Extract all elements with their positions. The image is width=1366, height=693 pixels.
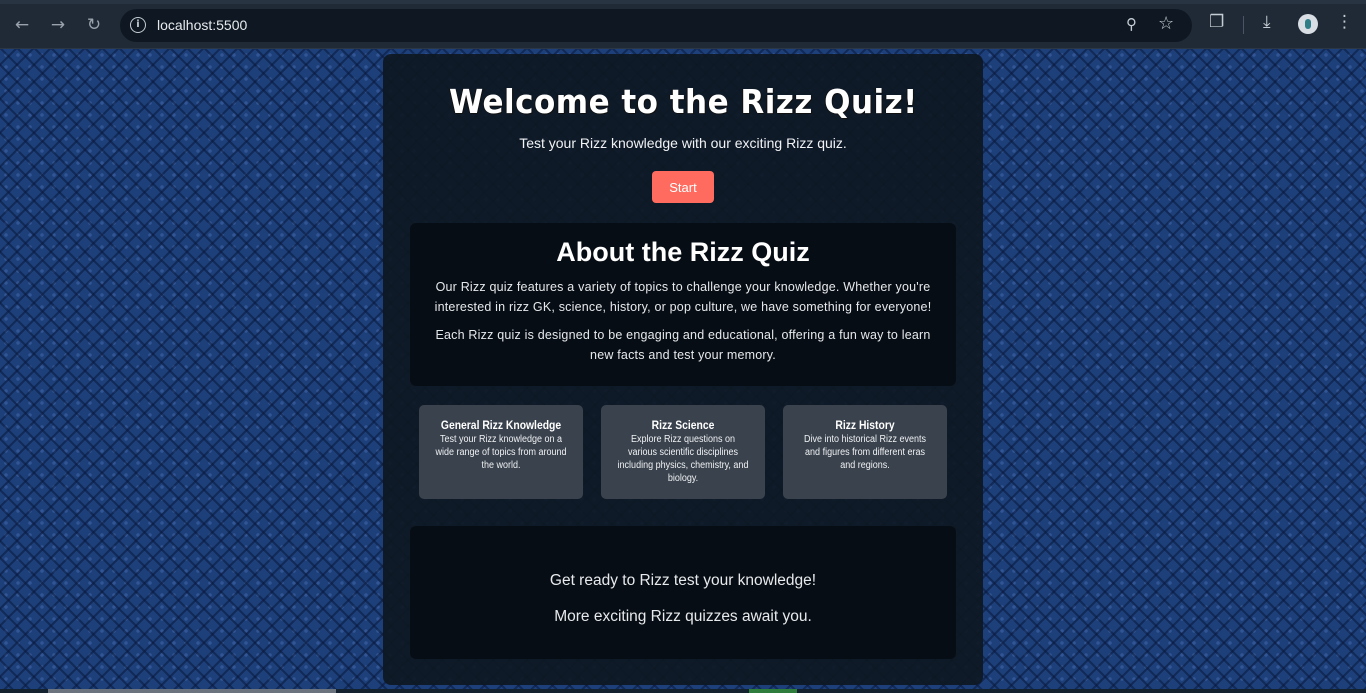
topic-card-science[interactable]: Rizz Science Explore Rizz questions on v…	[601, 405, 765, 499]
about-title: About the Rizz Quiz	[556, 237, 810, 267]
toolbar-divider	[1243, 16, 1244, 34]
browser-toolbar: ← → ↻ i localhost:5500 ⚲ ☆ ❐ ⤓ ⋮	[0, 0, 1366, 49]
start-button[interactable]: Start	[652, 171, 714, 203]
topic-title: Rizz History	[835, 420, 895, 432]
topic-description: Test your Rizz knowledge on a wide range…	[435, 434, 567, 471]
tab-strip-edge	[0, 0, 1366, 4]
taskbar-segment	[48, 689, 336, 693]
back-arrow-icon[interactable]: ←	[10, 13, 34, 37]
about-paragraph: Each Rizz quiz is designed to be engagin…	[435, 328, 931, 362]
reload-icon[interactable]: ↻	[82, 13, 106, 37]
about-paragraph: Our Rizz quiz features a variety of topi…	[434, 280, 932, 314]
taskbar-segment	[749, 689, 797, 693]
profile-avatar[interactable]	[1298, 14, 1318, 34]
page-subtitle: Test your Rizz knowledge with our exciti…	[519, 135, 847, 151]
puzzle-icon[interactable]: ❐	[1209, 12, 1224, 32]
topic-card-general[interactable]: General Rizz Knowledge Test your Rizz kn…	[419, 405, 583, 499]
about-section: About the Rizz Quiz Our Rizz quiz featur…	[410, 223, 956, 386]
info-icon[interactable]: i	[130, 17, 146, 33]
topic-description: Explore Rizz questions on various scient…	[617, 434, 749, 484]
address-bar[interactable]: i localhost:5500 ⚲ ☆	[120, 9, 1192, 42]
download-icon[interactable]: ⤓	[1263, 12, 1271, 32]
footer-section: Get ready to Rizz test your knowledge! M…	[410, 526, 956, 659]
topic-title: Rizz Science	[651, 420, 715, 432]
topic-description: Dive into historical Rizz events and fig…	[803, 434, 927, 471]
zoom-icon[interactable]: ⚲	[1126, 15, 1137, 33]
taskbar-edge	[0, 689, 1366, 693]
kebab-menu-icon[interactable]: ⋮	[1336, 12, 1353, 32]
url-text[interactable]: localhost:5500	[157, 17, 247, 33]
footer-line: More exciting Rizz quizzes await you.	[554, 608, 812, 625]
forward-arrow-icon[interactable]: →	[46, 13, 70, 37]
topic-card-history[interactable]: Rizz History Dive into historical Rizz e…	[783, 405, 947, 499]
page-title: Welcome to the Rizz Quiz!	[448, 82, 918, 121]
footer-line: Get ready to Rizz test your knowledge!	[549, 572, 817, 589]
star-icon[interactable]: ☆	[1158, 13, 1174, 34]
topic-title: General Rizz Knowledge	[440, 420, 562, 432]
